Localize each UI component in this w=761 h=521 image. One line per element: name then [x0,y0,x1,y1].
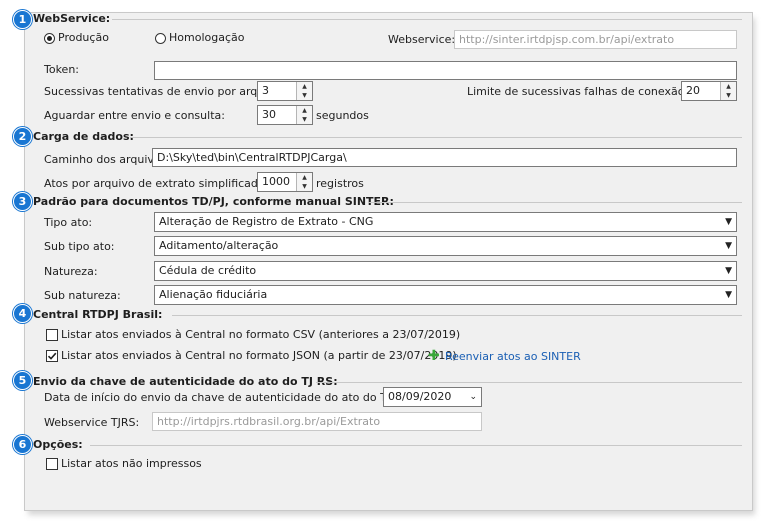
tipo-ato-value: Alteração de Registro de Extrato - CNG [159,215,374,228]
section-opcoes-title: Opções: [33,438,83,451]
aguardar-label: Aguardar entre envio e consulta: [44,109,225,122]
section-central-title: Central RTDPJ Brasil: [33,308,163,321]
atos-value: 1000 [262,175,290,188]
limite-label: Limite de sucessivas falhas de conexão: [467,85,689,98]
checkmark-icon [47,352,57,360]
limite-spinner[interactable]: 20 ▲ ▼ [681,81,737,101]
radio-selected-dot [47,36,52,41]
section-divider [316,382,742,383]
data-inicio-value: 08/09/2020 [388,390,452,403]
section-4-badge: 4 [13,304,32,323]
caminho-input[interactable]: D:\Sky\ted\bin\CentralRTDPJCarga\ [152,148,737,167]
reenviar-sinter-link[interactable]: Reenviar atos ao SINTER [445,350,581,364]
chevron-down-icon: ▼ [725,290,732,300]
aguardar-unit: segundos [316,109,369,122]
spin-down-icon[interactable]: ▼ [721,91,736,100]
webservice-url-label: Webservice: [388,33,456,46]
section-envio-title: Envio da chave de autenticidade do ato d… [33,375,338,388]
tentativas-value: 3 [262,84,269,97]
natureza-value: Cédula de crédito [159,264,257,277]
natureza-select[interactable]: Cédula de crédito ▼ [154,261,737,281]
section-webservice-title: WebService: [33,12,111,25]
ws-tjrs-input[interactable]: http://irtdpjrs.rtdbrasil.org.br/api/Ext… [152,412,482,431]
aguardar-spinner[interactable]: 30 ▲ ▼ [257,105,313,125]
limite-value: 20 [686,84,700,97]
json-label[interactable]: Listar atos enviados à Central no format… [61,349,457,363]
chevron-down-icon: ▼ [725,266,732,276]
section-2-badge: 2 [13,127,32,146]
subnatureza-value: Alienação fiduciária [159,288,268,301]
csv-label[interactable]: Listar atos enviados à Central no format… [61,328,460,342]
ws-tjrs-label: Webservice TJRS: [44,416,140,429]
atos-unit: registros [316,177,364,190]
subtipo-ato-value: Aditamento/alteração [159,239,279,252]
json-checkbox[interactable] [46,350,58,362]
nao-impressos-checkbox[interactable] [46,458,58,470]
webservice-url-input[interactable]: http://sinter.irtdpjsp.com.br/api/extrat… [454,30,737,49]
tentativas-label: Sucessivas tentativas de envio por arqui… [44,85,285,98]
chevron-down-icon: ⌄ [469,392,477,402]
spin-down-icon[interactable]: ▼ [297,115,312,124]
subtipo-ato-select[interactable]: Aditamento/alteração ▼ [154,236,737,256]
section-1-badge: 1 [13,10,32,29]
subnatureza-select[interactable]: Alienação fiduciária ▼ [154,285,737,305]
tipo-ato-select[interactable]: Alteração de Registro de Extrato - CNG ▼ [154,212,737,232]
radio-producao[interactable] [44,33,55,44]
data-inicio-label: Data de início do envio da chave de aute… [44,391,412,404]
subnatureza-label: Sub natureza: [44,289,121,302]
radio-producao-label[interactable]: Produção [58,31,109,45]
chevron-down-icon: ▼ [725,241,732,251]
section-divider [368,202,742,203]
section-divider [90,445,742,446]
data-inicio-picker[interactable]: 08/09/2020 ⌄ [383,387,482,407]
tipo-ato-label: Tipo ato: [44,216,93,229]
section-3-badge: 3 [13,192,32,211]
section-6-badge: 6 [13,435,32,454]
atos-label: Atos por arquivo de extrato simplificado… [44,177,269,190]
section-divider [112,19,742,20]
section-divider [172,315,742,316]
chevron-down-icon: ▼ [725,217,732,227]
nao-impressos-label[interactable]: Listar atos não impressos [61,457,202,471]
subtipo-ato-label: Sub tipo ato: [44,240,115,253]
spin-down-icon[interactable]: ▼ [297,182,312,191]
aguardar-value: 30 [262,108,276,121]
tentativas-spinner[interactable]: 3 ▲ ▼ [257,81,313,101]
section-divider [130,137,742,138]
plus-icon[interactable]: ✚ [428,349,440,363]
radio-homologacao-label[interactable]: Homologação [169,31,244,45]
natureza-label: Natureza: [44,265,98,278]
radio-homologacao[interactable] [155,33,166,44]
section-5-badge: 5 [13,371,32,390]
token-input[interactable] [154,61,737,80]
token-label: Token: [44,63,80,76]
section-carga-title: Carga de dados: [33,130,134,143]
csv-checkbox[interactable] [46,329,58,341]
spin-down-icon[interactable]: ▼ [297,91,312,100]
section-padrao-title: Padrão para documentos TD/PJ, conforme m… [33,195,394,208]
atos-spinner[interactable]: 1000 ▲ ▼ [257,172,313,192]
